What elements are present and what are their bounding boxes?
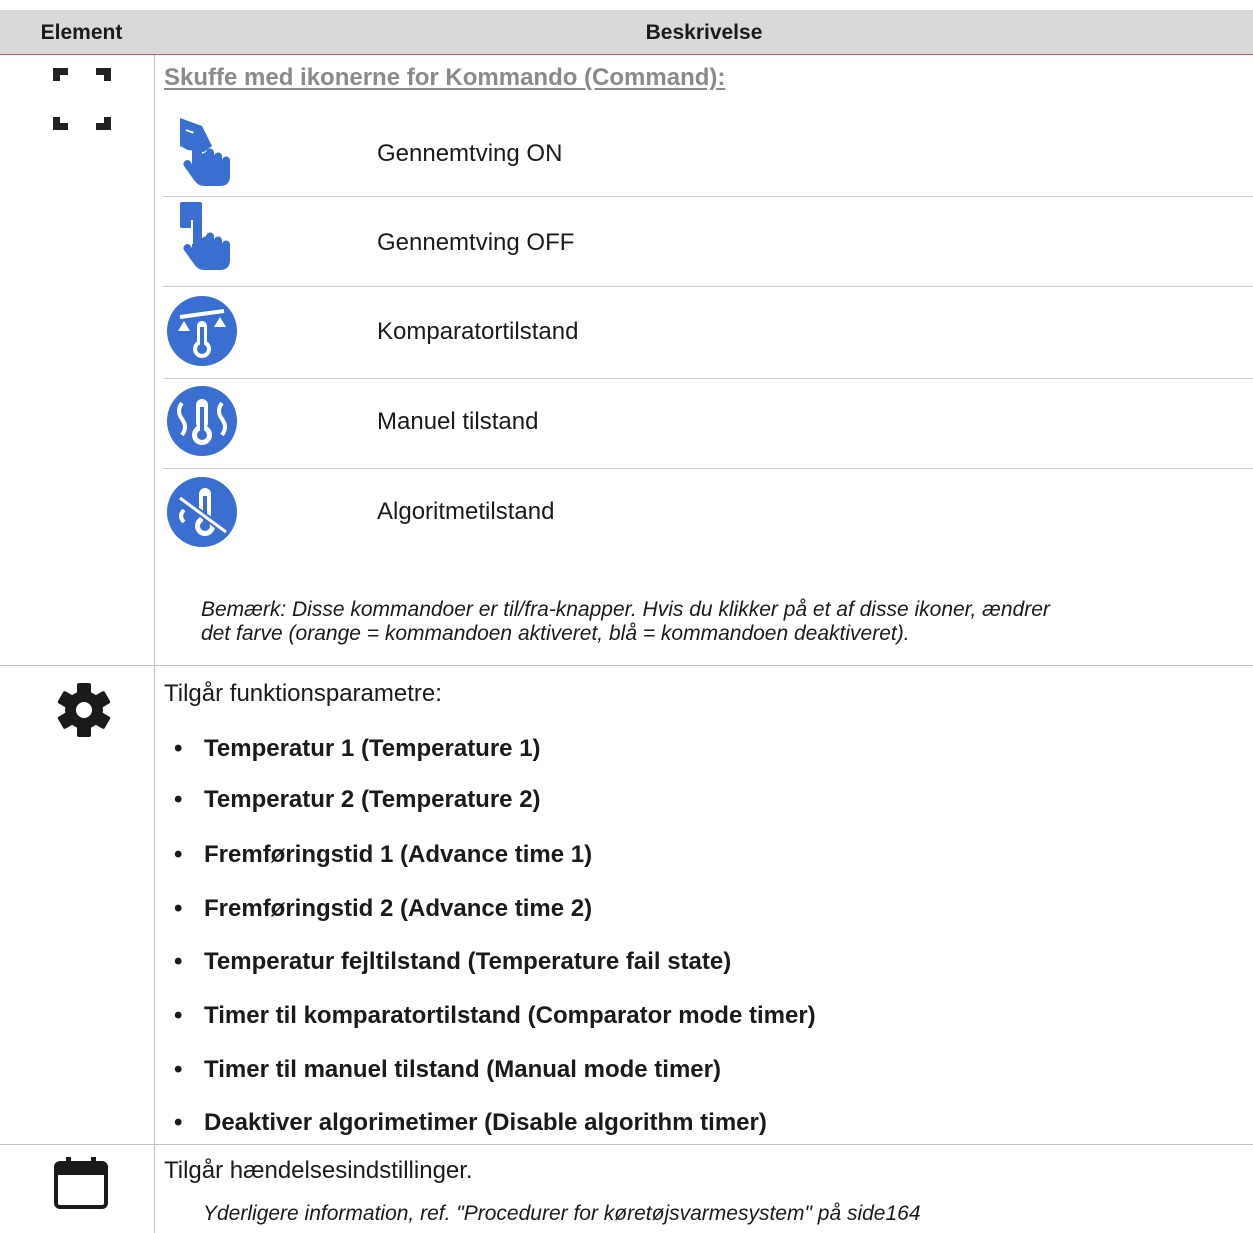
list-item: • Timer til manuel tilstand (Manual mode … <box>174 1056 721 1083</box>
algorithm-mode-icon[interactable] <box>166 476 238 548</box>
settings-intro: Tilgår funktionsparametre: <box>164 680 442 707</box>
header-element: Element <box>40 21 123 44</box>
list-item: • Fremføringstid 1 (Advance time 1) <box>174 841 593 868</box>
command-label: Gennemtving ON <box>377 140 563 167</box>
column-divider <box>154 55 155 1233</box>
toggle-note: Bemærk: Disse kommandoer er til/fra-knap… <box>201 598 1253 646</box>
fullscreen-corners-icon[interactable] <box>53 68 111 135</box>
command-label: Manuel tilstand <box>377 408 539 435</box>
command-separator <box>163 468 1253 469</box>
header-description: Beskrivelse <box>645 21 763 44</box>
list-item: • Temperatur fejltilstand (Temperature fa… <box>174 948 732 975</box>
command-separator <box>163 286 1253 287</box>
row-separator <box>0 1144 1253 1145</box>
note-line: det farve (orange = kommandoen aktiveret… <box>201 622 910 645</box>
command-label: Komparatortilstand <box>377 318 579 345</box>
force-off-hand-icon[interactable] <box>166 200 238 272</box>
list-item: • Timer til komparatortilstand (Comparato… <box>174 1002 816 1029</box>
drawer-title: Skuffe med ikonerne for Kommando (Comman… <box>164 64 726 91</box>
command-separator <box>163 378 1253 379</box>
command-separator <box>163 196 1253 197</box>
list-item: • Temperatur 1 (Temperature 1) <box>174 735 541 762</box>
calendar-icon[interactable] <box>54 1157 108 1214</box>
manual-mode-icon[interactable] <box>166 385 238 457</box>
row-separator <box>0 665 1253 666</box>
table-header: Element Beskrivelse <box>0 10 1253 55</box>
command-label: Gennemtving OFF <box>377 229 575 256</box>
force-on-hand-icon[interactable] <box>166 116 238 188</box>
list-item: • Fremføringstid 2 (Advance time 2) <box>174 895 593 922</box>
events-intro: Tilgår hændelsesindstillinger. <box>164 1157 473 1184</box>
command-label: Algoritmetilstand <box>377 498 555 525</box>
list-item: • Temperatur 2 (Temperature 2) <box>174 786 541 813</box>
comparator-mode-icon[interactable] <box>166 295 238 367</box>
note-line: Bemærk: Disse kommandoer er til/fra-knap… <box>201 598 1050 621</box>
gear-icon[interactable] <box>56 682 112 743</box>
reference-link[interactable]: Yderligere information, ref. "Procedurer… <box>203 1202 921 1226</box>
list-item: • Deaktiver algorimetimer (Disable algori… <box>174 1109 767 1136</box>
